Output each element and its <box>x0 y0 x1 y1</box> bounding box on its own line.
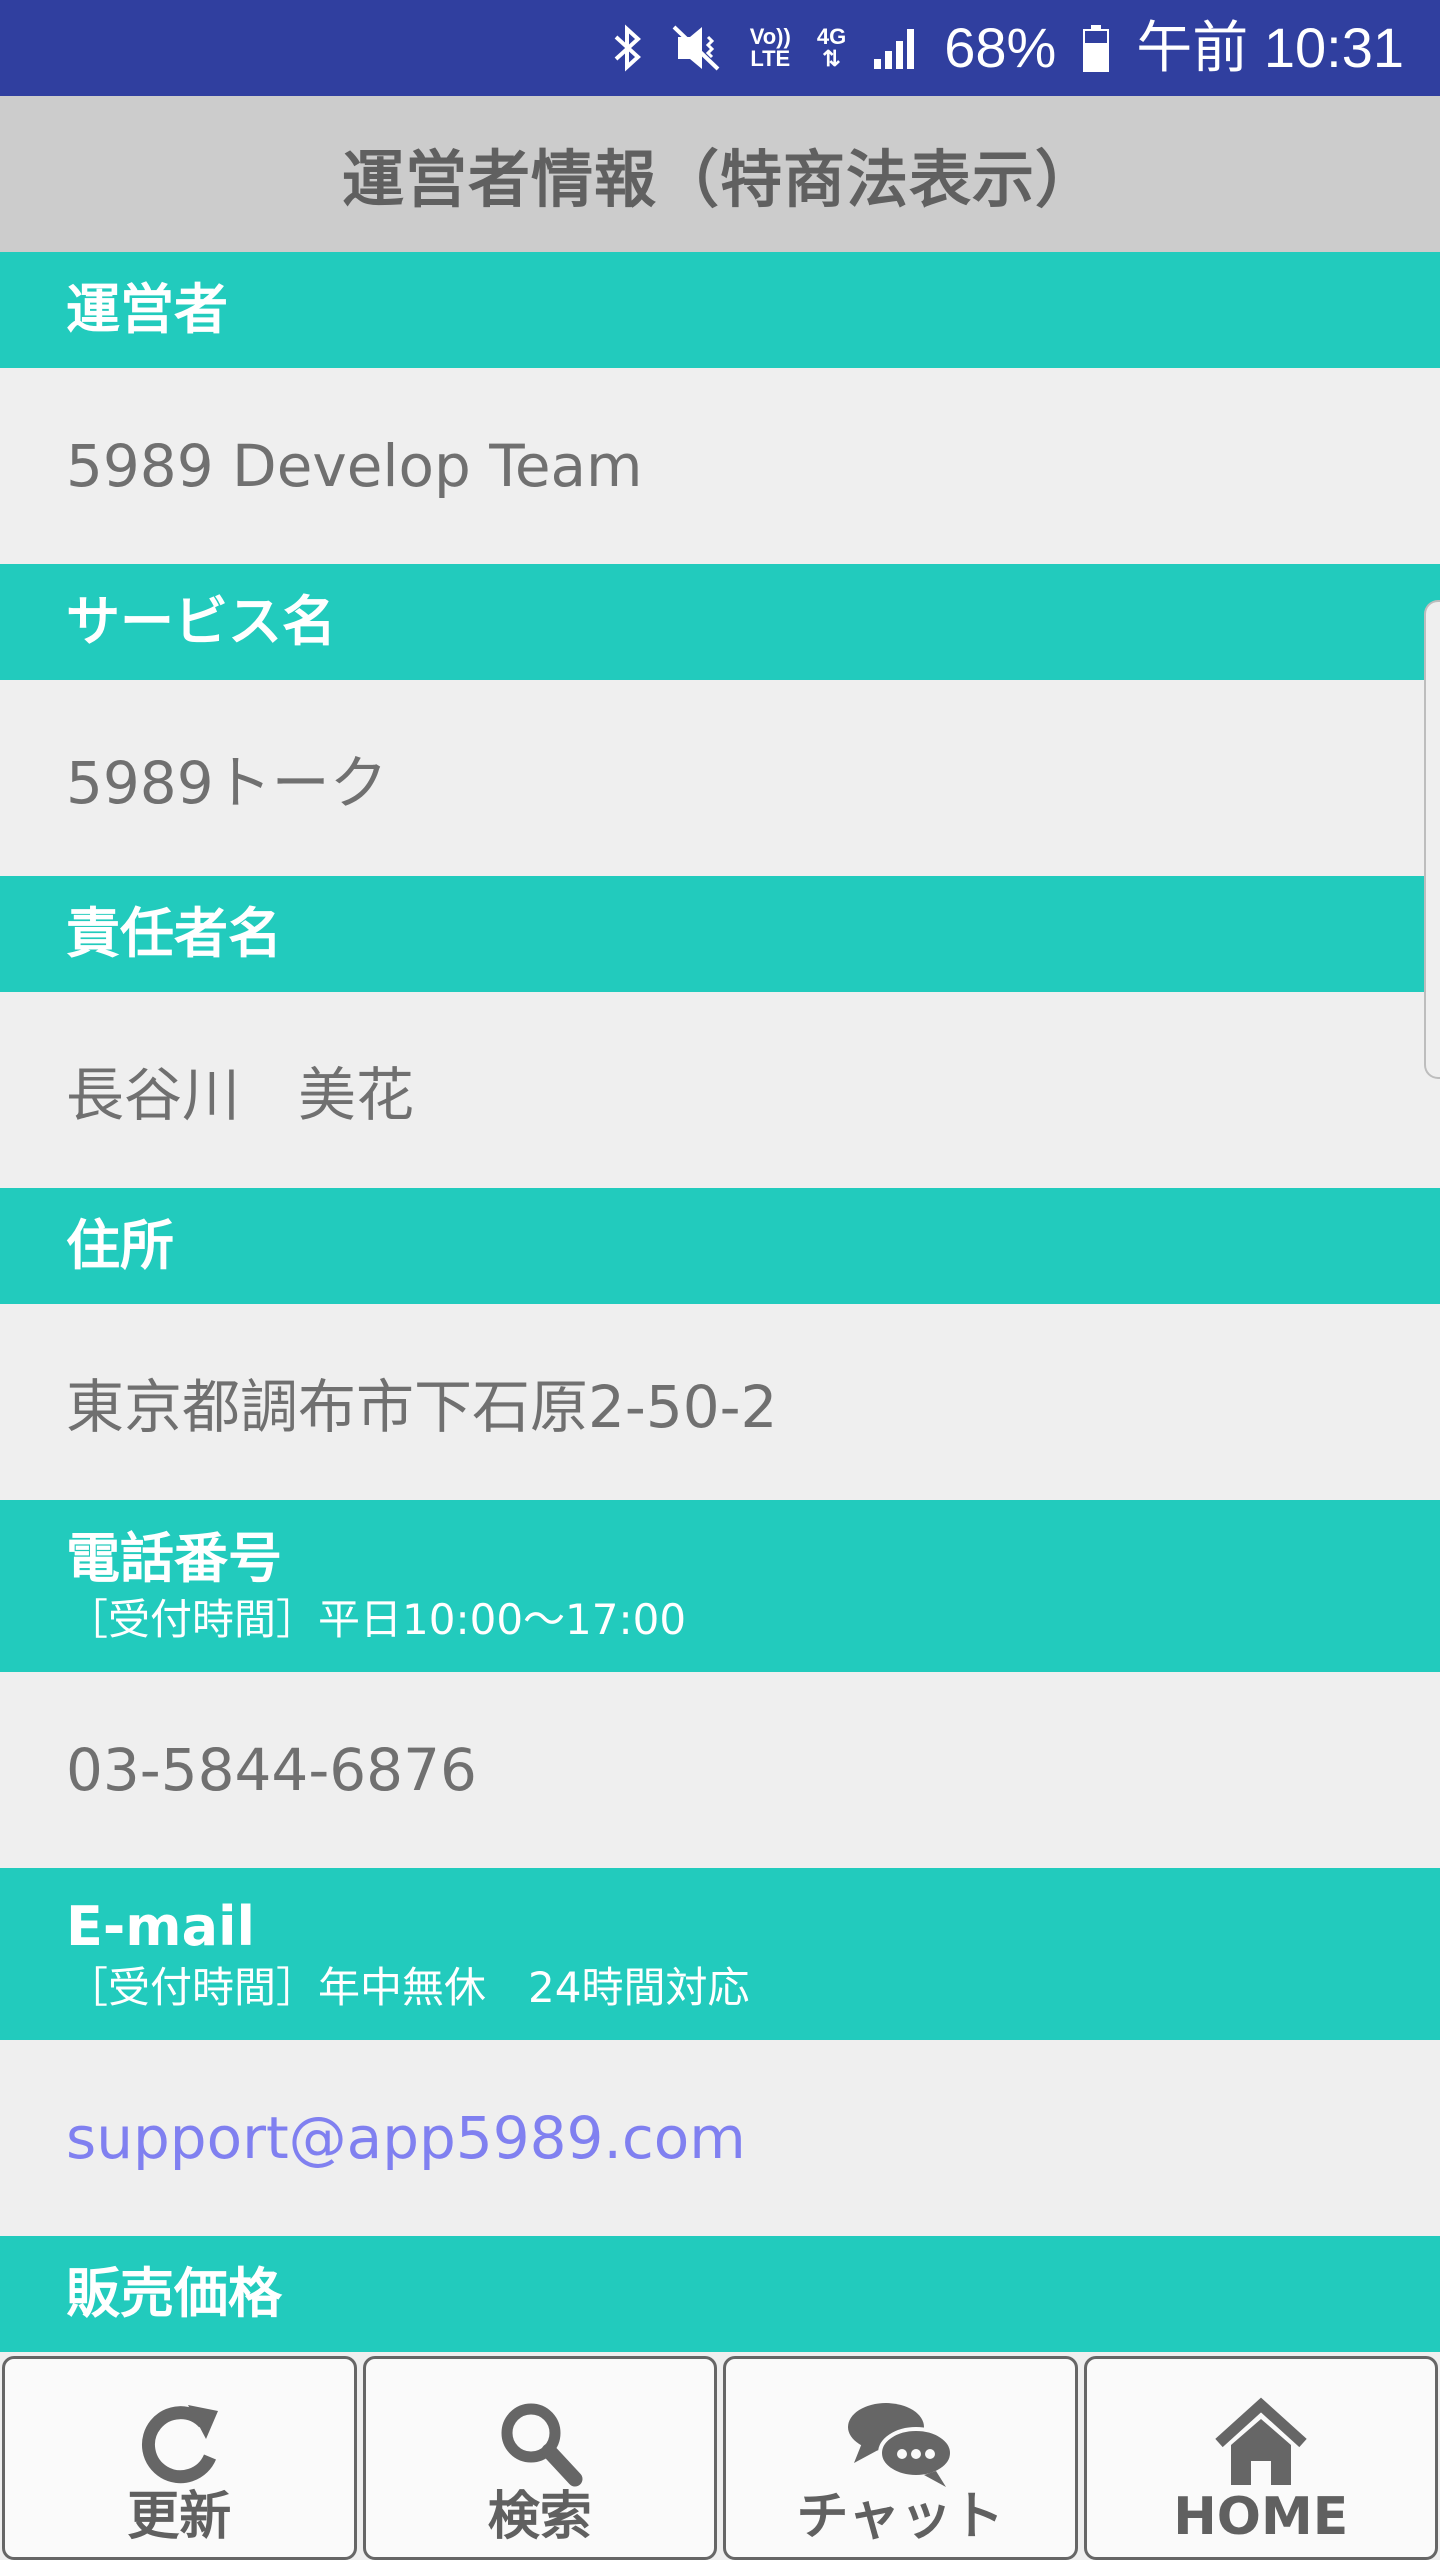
search-button[interactable]: 検索 <box>362 2356 717 2560</box>
title-bar: 運営者情報（特商法表示） <box>0 96 1440 252</box>
section-value: 東京都調布市下石原2-50-2 <box>66 1373 778 1441</box>
section-body-email: support@app5989.com <box>0 2040 1440 2236</box>
volte-indicator: Vo)) LTE <box>750 26 791 70</box>
section-header-operator: 運営者 <box>0 252 1440 368</box>
volte-top: Vo)) <box>749 24 791 49</box>
scroll-handle[interactable] <box>1424 600 1440 1079</box>
refresh-button[interactable]: 更新 <box>2 2356 357 2560</box>
chat-button[interactable]: チャット <box>723 2356 1078 2560</box>
section-label: 住所 <box>66 1214 174 1278</box>
home-icon <box>1213 2385 1309 2489</box>
status-bar: Vo)) LTE 4G ⇅ 68% 午前 10:31 <box>0 0 1440 96</box>
chat-icon <box>844 2385 956 2489</box>
chat-label: チャット <box>796 2487 1004 2547</box>
section-label: 運営者 <box>66 278 228 342</box>
battery-icon <box>1082 23 1110 73</box>
section-body-service-name: 5989トーク <box>0 680 1440 876</box>
section-label: サービス名 <box>66 590 336 654</box>
home-button[interactable]: HOME <box>1083 2356 1438 2560</box>
section-header-address: 住所 <box>0 1188 1440 1304</box>
email-link[interactable]: support@app5989.com <box>66 2104 746 2172</box>
vibrate-mute-icon <box>668 23 724 73</box>
section-value: 長谷川 美花 <box>66 1061 415 1129</box>
section-label: 電話番号 <box>66 1527 282 1591</box>
section-sublabel: ［受付時間］年中無休 24時間対応 <box>66 1962 750 2012</box>
bottom-nav: 更新 検索 チャット HOME <box>0 2352 1440 2560</box>
bluetooth-icon <box>612 23 642 73</box>
section-value: 5989 Develop Team <box>66 432 643 500</box>
section-header-price: 販売価格 <box>0 2236 1440 2352</box>
section-label: E-mail <box>66 1895 256 1959</box>
phone-number[interactable]: 03-5844-6876 <box>66 1736 477 1804</box>
search-icon <box>495 2385 585 2489</box>
refresh-label: 更新 <box>127 2487 232 2547</box>
section-label: 販売価格 <box>66 2262 282 2326</box>
info-list[interactable]: 運営者 5989 Develop Team サービス名 5989トーク 責任者名… <box>0 252 1440 2352</box>
section-value: 5989トーク <box>66 749 388 817</box>
page-title: 運営者情報（特商法表示） <box>341 143 1098 216</box>
signal-icon <box>872 25 918 71</box>
search-label: 検索 <box>487 2487 592 2547</box>
section-body-manager: 長谷川 美花 <box>0 992 1440 1188</box>
battery-percent: 68% <box>944 16 1057 79</box>
network-gen-label: 4G <box>816 24 847 49</box>
section-header-phone: 電話番号 ［受付時間］平日10:00〜17:00 <box>0 1500 1440 1672</box>
section-body-phone: 03-5844-6876 <box>0 1672 1440 1868</box>
section-header-service-name: サービス名 <box>0 564 1440 680</box>
section-body-address: 東京都調布市下石原2-50-2 <box>0 1304 1440 1500</box>
section-body-operator: 5989 Develop Team <box>0 368 1440 564</box>
home-label: HOME <box>1173 2487 1349 2547</box>
section-header-manager: 責任者名 <box>0 876 1440 992</box>
section-header-email: E-mail ［受付時間］年中無休 24時間対応 <box>0 1868 1440 2040</box>
clock: 午前 10:31 <box>1136 16 1404 79</box>
network-gen-indicator: 4G ⇅ <box>817 26 846 70</box>
section-label: 責任者名 <box>66 902 282 966</box>
section-sublabel: ［受付時間］平日10:00〜17:00 <box>66 1594 687 1644</box>
refresh-icon <box>134 2385 224 2489</box>
volte-bottom: LTE <box>750 46 791 71</box>
data-arrows-icon: ⇅ <box>822 46 841 71</box>
